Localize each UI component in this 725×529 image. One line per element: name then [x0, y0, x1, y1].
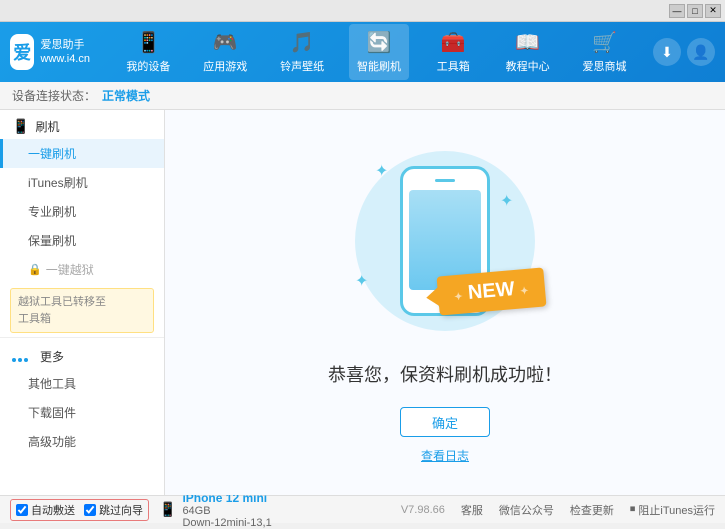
- bottom-right: V7.98.66 客服 微信公众号 检查更新 ⏹ 阻止iTunes运行: [401, 502, 715, 518]
- ringtones-icon: 🎵: [290, 30, 315, 55]
- tutorial-icon: 📖: [515, 30, 540, 55]
- header: 爱 爱思助手 www.i4.cn 📱 我的设备 🎮 应用游戏 🎵 铃声壁纸 🔄 …: [0, 22, 725, 82]
- main-layout: 📱 刷机 一键刷机 iTunes刷机 专业刷机 保量刷机 🔒 一键越狱 越狱工具…: [0, 110, 725, 495]
- title-bar: — □ ✕: [0, 0, 725, 22]
- tutorial-label: 教程中心: [506, 58, 550, 74]
- minimize-button[interactable]: —: [669, 4, 685, 18]
- flash-section-icon: 📱: [12, 118, 29, 135]
- sidebar-divider: [0, 337, 164, 338]
- nav-toolbox[interactable]: 🧰 工具箱: [426, 24, 481, 80]
- nav-my-device[interactable]: 📱 我的设备: [118, 24, 178, 80]
- phone-speaker: [435, 179, 455, 182]
- sidebar-itunes-flash[interactable]: iTunes刷机: [0, 168, 164, 197]
- sidebar-advanced[interactable]: 高级功能: [0, 427, 164, 456]
- sidebar-one-key-flash[interactable]: 一键刷机: [0, 139, 164, 168]
- content-area: ✦ ✦ ✦ ✦ NEW ✦ 恭喜您，保资料刷机成功啦！ 确定 查看日志: [165, 110, 725, 495]
- support-link[interactable]: 客服: [461, 502, 483, 518]
- flash-section-label: 刷机: [35, 118, 59, 135]
- header-right: ⬇ 👤: [653, 38, 715, 66]
- status-value: 正常模式: [102, 87, 150, 104]
- flash-section-title: 📱 刷机: [0, 110, 164, 139]
- nav-ringtones[interactable]: 🎵 铃声壁纸: [272, 24, 332, 80]
- sparkle-3: ✦: [355, 271, 368, 291]
- more-section-icon: [12, 349, 34, 365]
- skip-wizard-input[interactable]: [84, 504, 96, 516]
- nav-smart-flash[interactable]: 🔄 智能刷机: [349, 24, 409, 80]
- sparkle-1: ✦: [375, 161, 388, 181]
- nav-app-games[interactable]: 🎮 应用游戏: [195, 24, 255, 80]
- nav-store[interactable]: 🛒 爱思商城: [574, 24, 634, 80]
- download-button[interactable]: ⬇: [653, 38, 681, 66]
- maximize-button[interactable]: □: [687, 4, 703, 18]
- auto-send-checkbox[interactable]: 自动敷送: [16, 502, 75, 518]
- stop-itunes-icon: ⏹: [630, 503, 636, 516]
- account-button[interactable]: 👤: [687, 38, 715, 66]
- my-device-icon: 📱: [136, 30, 161, 55]
- nav-tutorial[interactable]: 📖 教程中心: [498, 24, 558, 80]
- smart-flash-icon: 🔄: [367, 30, 392, 55]
- store-icon: 🛒: [592, 30, 617, 55]
- my-device-label: 我的设备: [126, 58, 170, 74]
- logo-icon: 爱: [10, 34, 34, 70]
- device-phone-icon: 📱: [159, 501, 176, 518]
- new-badge: ✦ NEW ✦: [437, 267, 547, 315]
- toolbox-label: 工具箱: [437, 58, 470, 74]
- auto-send-input[interactable]: [16, 504, 28, 516]
- toolbox-icon: 🧰: [441, 30, 466, 55]
- skip-wizard-label: 跳过向导: [99, 502, 143, 518]
- sidebar-save-flash[interactable]: 保量刷机: [0, 226, 164, 255]
- sidebar-pro-flash[interactable]: 专业刷机: [0, 197, 164, 226]
- sidebar-download-fw[interactable]: 下载固件: [0, 398, 164, 427]
- check-update-link[interactable]: 检查更新: [570, 502, 614, 518]
- more-section-title: 更多: [0, 342, 164, 369]
- success-message: 恭喜您，保资料刷机成功啦！: [328, 361, 562, 387]
- status-bar: 设备连接状态： 正常模式: [0, 82, 725, 110]
- sidebar-jailbreak: 🔒 一键越狱: [0, 255, 164, 284]
- sidebar: 📱 刷机 一键刷机 iTunes刷机 专业刷机 保量刷机 🔒 一键越狱 越狱工具…: [0, 110, 165, 495]
- sparkle-2: ✦: [500, 191, 513, 211]
- stop-itunes-button[interactable]: ⏹ 阻止iTunes运行: [630, 502, 715, 518]
- bottom-bar: 自动敷送 跳过向导 📱 iPhone 12 mini 64GB Down-12m…: [0, 495, 725, 523]
- device-storage: 64GB: [182, 505, 271, 517]
- sidebar-notice: 越狱工具已转移至工具箱: [10, 288, 154, 333]
- app-games-icon: 🎮: [213, 30, 238, 55]
- skip-wizard-checkbox[interactable]: 跳过向导: [84, 502, 143, 518]
- stop-itunes-label: 阻止iTunes运行: [638, 502, 715, 518]
- jailbreak-label: 一键越狱: [46, 261, 94, 278]
- version-label: V7.98.66: [401, 504, 445, 516]
- lock-icon: 🔒: [28, 263, 42, 276]
- wechat-link[interactable]: 微信公众号: [499, 502, 554, 518]
- more-section-label: 更多: [40, 348, 64, 365]
- app-games-label: 应用游戏: [203, 58, 247, 74]
- store-label: 爱思商城: [582, 58, 626, 74]
- logo[interactable]: 爱 爱思助手 www.i4.cn: [10, 34, 90, 70]
- sidebar-other-tools[interactable]: 其他工具: [0, 369, 164, 398]
- nav-items: 📱 我的设备 🎮 应用游戏 🎵 铃声壁纸 🔄 智能刷机 🧰 工具箱 📖 教程中心…: [110, 24, 643, 80]
- checkbox-group: 自动敷送 跳过向导: [10, 499, 149, 521]
- ringtones-label: 铃声壁纸: [280, 58, 324, 74]
- close-button[interactable]: ✕: [705, 4, 721, 18]
- phone-illustration: ✦ ✦ ✦ ✦ NEW ✦: [345, 141, 545, 341]
- confirm-button[interactable]: 确定: [400, 407, 490, 437]
- smart-flash-label: 智能刷机: [357, 58, 401, 74]
- status-label: 设备连接状态：: [12, 87, 96, 104]
- auto-send-label: 自动敷送: [31, 502, 75, 518]
- view-log-link[interactable]: 查看日志: [421, 447, 469, 464]
- logo-text: 爱思助手 www.i4.cn: [40, 38, 90, 67]
